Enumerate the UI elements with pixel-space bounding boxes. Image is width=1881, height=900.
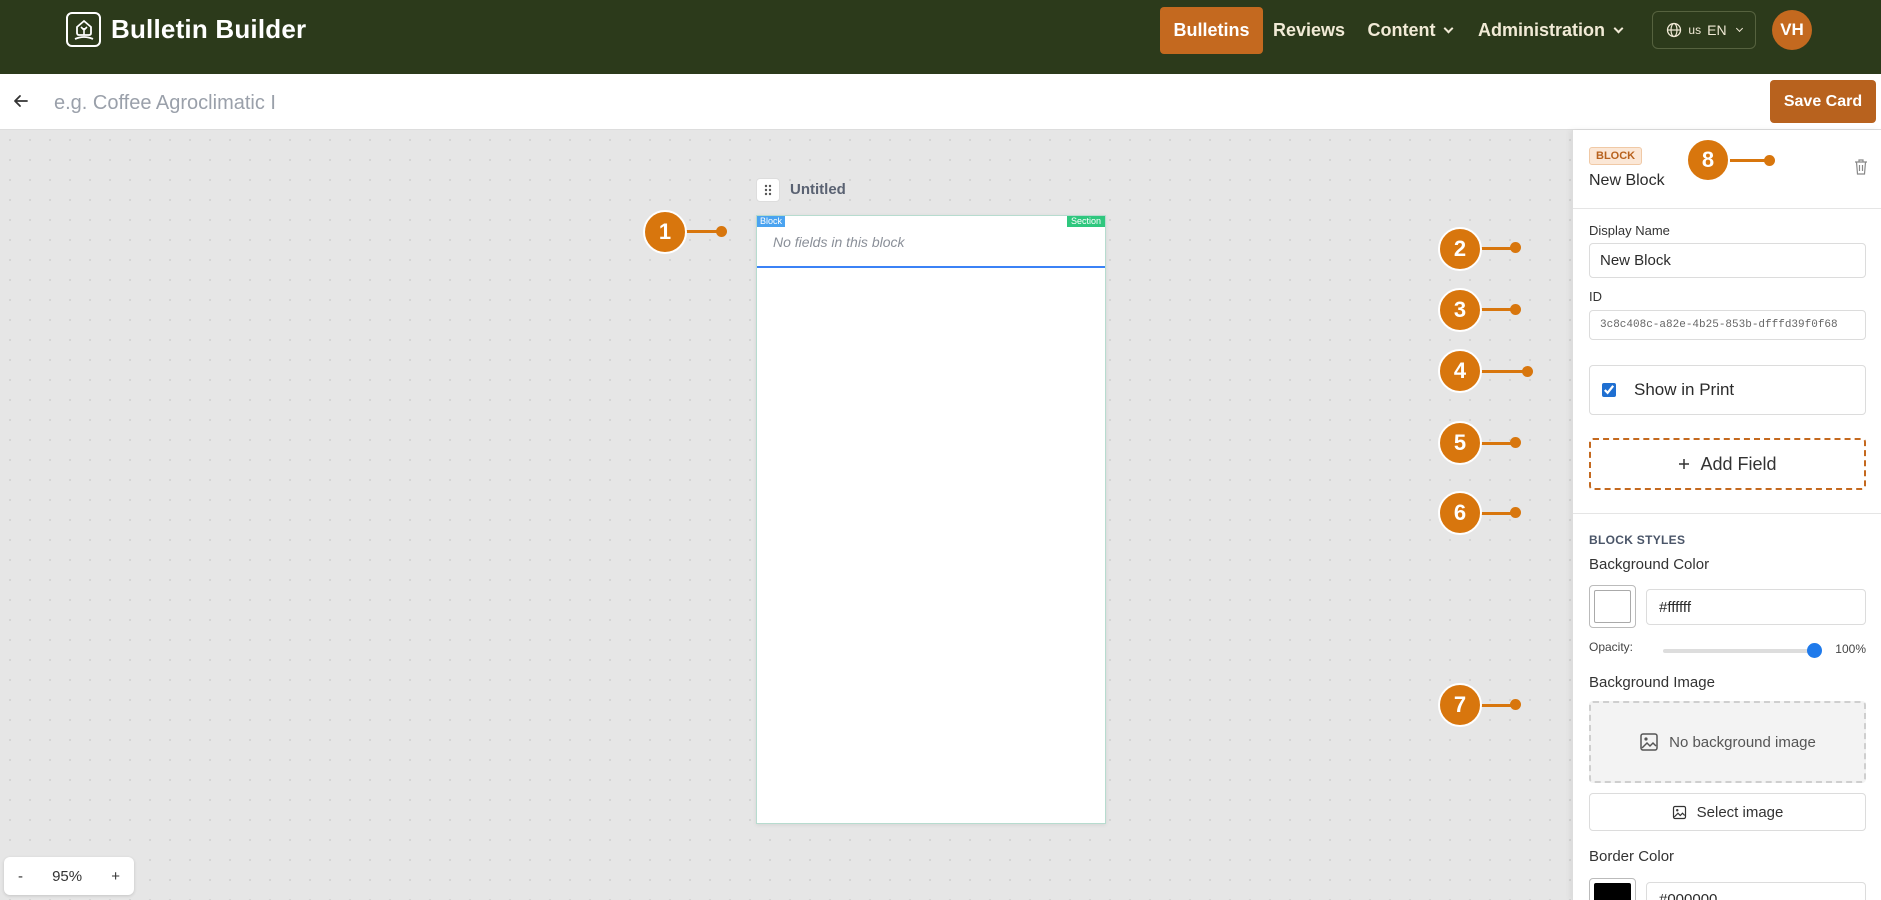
block-tag: Block [757,216,786,227]
nav-reviews-label: Reviews [1272,20,1346,40]
opacity-label: Opacity: [1589,640,1634,654]
id-field[interactable] [1589,310,1866,340]
marker-dot [716,226,727,237]
language-code: EN [1707,22,1727,38]
add-field-label: Add Field [1700,453,1777,474]
chevron-down-icon [1613,23,1624,34]
marker-dot [1510,699,1521,710]
empty-block-message: No fields in this block [773,234,905,250]
nav-bulletins[interactable]: Bulletins [1160,7,1263,54]
opacity-slider-thumb[interactable] [1807,643,1822,658]
block-properties-panel: BLOCK New Block Display Name ID Show in … [1572,130,1881,900]
marker-dot [1510,437,1521,448]
user-avatar[interactable]: VH [1772,10,1812,50]
background-color-swatch[interactable] [1589,585,1636,628]
marker-dot [1522,366,1533,377]
marker-line [1478,308,1514,311]
display-name-label: Display Name [1589,223,1670,238]
background-color-label: Background Color [1589,556,1710,573]
globe-icon [1667,22,1682,38]
select-image-button[interactable]: Select image [1589,793,1866,831]
zoom-out-button[interactable]: - [18,868,23,885]
nav-administration-label: Administration [1477,20,1605,40]
selected-block[interactable]: Block Section No fields in this block [757,216,1105,268]
chevron-down-icon [1735,24,1743,33]
image-icon [1640,733,1658,751]
block-name: New Block [1589,172,1665,189]
trash-icon[interactable] [1853,158,1869,176]
marker-dot [1764,155,1775,166]
plus-icon [1679,459,1690,469]
avatar-initials: VH [1780,20,1804,39]
border-color-input[interactable]: #000000 [1646,882,1866,900]
marker-6: 6 [1438,491,1482,535]
nav-content-label: Content [1367,20,1436,40]
zoom-level: 95% [52,867,83,885]
marker-dot [1510,242,1521,253]
opacity-slider[interactable] [1663,649,1813,653]
grip-dots-icon [764,184,772,196]
marker-line [1478,512,1514,515]
marker-7: 7 [1438,683,1482,727]
background-image-dropzone[interactable]: No background image [1589,701,1866,783]
add-field-button[interactable]: Add Field [1589,438,1866,490]
divider [1573,208,1881,209]
marker-8: 8 [1686,138,1730,182]
app-title: Bulletin Builder [111,14,307,44]
bulletin-card[interactable]: Block Section No fields in this block [756,215,1106,824]
nav-reviews[interactable]: Reviews [1266,7,1352,54]
show-in-print-checkbox[interactable] [1602,383,1616,397]
no-background-image-text: No background image [1669,733,1816,751]
drag-handle[interactable] [756,178,780,202]
marker-line [1478,442,1514,445]
show-in-print-label: Show in Print [1634,380,1735,399]
editor-header: Save Card [0,74,1881,130]
nav-bulletins-label: Bulletins [1173,20,1250,40]
marker-line [1478,370,1526,373]
marker-3: 3 [1438,288,1482,332]
nav-content-dropdown[interactable]: Content [1360,7,1460,54]
block-styles-heading: BLOCK STYLES [1589,533,1686,547]
marker-4: 4 [1438,349,1482,393]
card-title: Untitled [790,181,846,198]
marker-5: 5 [1438,421,1482,465]
section-tag: Section [1066,216,1105,227]
logo-icon [66,12,101,47]
zoom-in-button[interactable]: + [111,868,120,885]
zoom-control: - 95% + [4,857,134,895]
language-selector[interactable]: us EN [1652,11,1756,49]
swatch-fill [1594,883,1631,900]
arrow-left-icon [14,95,28,107]
marker-dot [1510,507,1521,518]
divider [1573,513,1881,514]
background-color-input[interactable] [1646,589,1866,625]
marker-line [1478,247,1514,250]
border-color-swatch[interactable] [1589,878,1636,900]
brand[interactable]: Bulletin Builder [66,12,306,47]
nav-administration-dropdown[interactable]: Administration [1474,7,1626,54]
block-type-badge: BLOCK [1589,147,1643,165]
opacity-row: Opacity: 100% [1589,640,1866,660]
swatch-fill [1594,590,1631,623]
background-image-label: Background Image [1589,674,1715,691]
opacity-value: 100% [1835,642,1866,656]
marker-1: 1 [643,210,687,254]
id-label: ID [1589,289,1602,304]
back-button[interactable] [12,92,32,112]
language-flag: us [1688,23,1702,37]
display-name-input[interactable] [1589,243,1866,278]
save-card-button[interactable]: Save Card [1770,80,1876,123]
show-in-print-option[interactable]: Show in Print [1589,365,1866,415]
select-image-label: Select image [1696,803,1784,821]
marker-line [1478,704,1514,707]
image-icon [1672,805,1686,819]
marker-dot [1510,304,1521,315]
card-title-input[interactable] [54,88,654,118]
border-color-label: Border Color [1589,848,1675,865]
chevron-down-icon [1444,23,1454,34]
marker-2: 2 [1438,227,1482,271]
top-navigation-bar: Bulletin Builder Bulletins Reviews Conte… [0,0,1881,74]
